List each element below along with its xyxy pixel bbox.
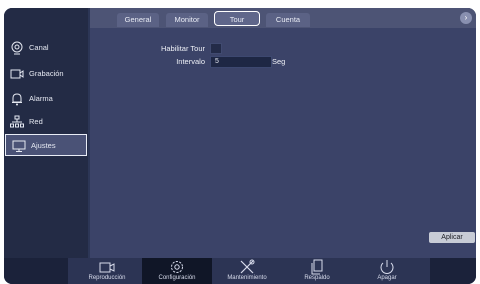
- sidebar-item-red[interactable]: Red: [4, 111, 88, 133]
- sidebar-item-canal[interactable]: Canal: [4, 37, 88, 59]
- interval-label: Intervalo: [176, 57, 205, 66]
- playback-camera-icon: [99, 262, 115, 273]
- bottom-menu: Reproducción Configuración Mantenimiento: [68, 258, 430, 284]
- bottom-item-respaldo[interactable]: Respaldo: [282, 258, 352, 284]
- sidebar-item-label: Ajustes: [31, 141, 56, 150]
- interval-unit-label: Seg: [272, 57, 286, 66]
- camera-lens-icon: [11, 41, 23, 55]
- sidebar-item-label: Alarma: [29, 94, 53, 103]
- apply-button[interactable]: Aplicar: [429, 232, 475, 243]
- bottom-item-label: Respaldo: [304, 275, 330, 281]
- tab-cuenta[interactable]: Cuenta: [266, 13, 310, 27]
- bottom-item-reproduccion[interactable]: Reproducción: [72, 258, 142, 284]
- tab-monitor[interactable]: Monitor: [166, 13, 208, 27]
- gear-icon: [171, 261, 183, 273]
- bottom-item-label: Mantenimiento: [227, 275, 267, 281]
- sidebar-item-alarma[interactable]: Alarma: [4, 88, 88, 110]
- video-record-icon: [10, 69, 24, 79]
- sidebar: Canal Grabación Alarma Red Ajustes: [4, 8, 88, 258]
- sidebar-item-label: Grabación: [29, 69, 64, 78]
- monitor-icon: [12, 140, 26, 152]
- sidebar-item-label: Canal: [29, 43, 49, 52]
- tab-bar: General Monitor Tour Cuenta ›: [90, 8, 476, 28]
- bottom-item-label: Apagar: [377, 275, 397, 281]
- bottom-item-label: Reproducción: [88, 275, 126, 281]
- interval-input[interactable]: 5: [210, 56, 272, 68]
- enable-tour-checkbox[interactable]: [210, 43, 222, 54]
- bottom-item-mantenimiento[interactable]: Mantenimiento: [212, 258, 282, 284]
- copy-files-icon: [311, 259, 323, 275]
- network-icon: [10, 115, 24, 128]
- bottom-item-apagar[interactable]: Apagar: [352, 258, 422, 284]
- bell-icon: [12, 93, 22, 106]
- tools-icon: [240, 259, 255, 274]
- power-icon: [380, 260, 394, 274]
- sidebar-item-label: Red: [29, 117, 43, 126]
- sidebar-item-grabacion[interactable]: Grabación: [4, 63, 88, 85]
- tab-tour[interactable]: Tour: [214, 11, 260, 26]
- bottom-item-configuracion[interactable]: Configuración: [142, 258, 212, 284]
- dvr-screen: Canal Grabación Alarma Red Ajustes Gener…: [4, 8, 476, 284]
- sidebar-item-ajustes[interactable]: Ajustes: [5, 134, 87, 156]
- enable-tour-label: Habilitar Tour: [160, 44, 205, 53]
- tab-general[interactable]: General: [117, 13, 159, 27]
- next-arrow-button[interactable]: ›: [460, 12, 472, 24]
- bottom-item-label: Configuración: [158, 275, 196, 281]
- bottom-menu-bar: Reproducción Configuración Mantenimiento: [4, 258, 476, 284]
